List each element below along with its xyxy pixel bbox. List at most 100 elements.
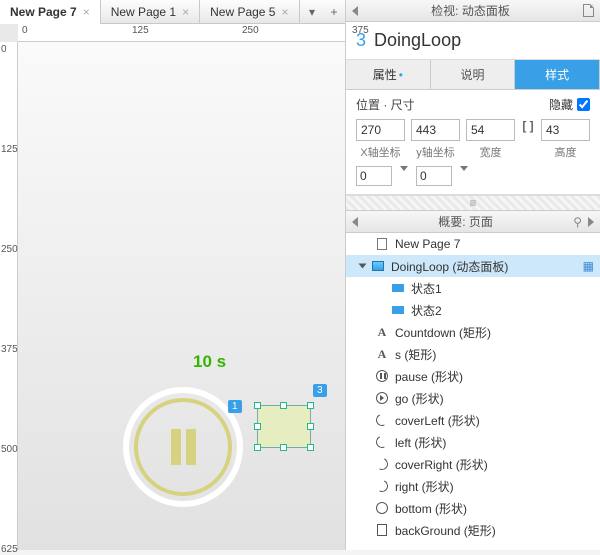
- page-tab[interactable]: New Page 7×: [0, 0, 101, 24]
- section-drag-handle[interactable]: ≡: [346, 195, 600, 211]
- inspect-panel-header: 检视: 动态面板: [346, 0, 600, 22]
- dp-edit-icon[interactable]: ▦: [583, 259, 594, 273]
- resize-handle[interactable]: [307, 402, 314, 409]
- outline-item[interactable]: right (形状): [346, 475, 600, 497]
- tab-notes[interactable]: 说明: [431, 60, 516, 89]
- canvas-area: New Page 7×New Page 1×New Page 5× ▾ + 01…: [0, 0, 346, 550]
- resize-handle[interactable]: [254, 423, 261, 430]
- circ-icon: [375, 501, 389, 515]
- w-input[interactable]: [466, 119, 515, 141]
- outline-item[interactable]: A Countdown (矩形): [346, 321, 600, 343]
- page-tab[interactable]: New Page 1×: [101, 0, 200, 24]
- page-icon[interactable]: [583, 4, 594, 17]
- outline-item-label: left (形状): [395, 434, 446, 451]
- outline-item-label: s (矩形): [395, 346, 436, 363]
- property-tabs: 属性• 说明 样式: [346, 60, 600, 90]
- outline-item[interactable]: pause (形状): [346, 365, 600, 387]
- chevron-down-icon[interactable]: [460, 166, 468, 171]
- outline-item[interactable]: DoingLoop (动态面板) ▦: [346, 255, 600, 277]
- page-icon: [375, 237, 389, 251]
- outline-item[interactable]: 状态2: [346, 299, 600, 321]
- chevron-down-icon[interactable]: [400, 166, 408, 171]
- resize-handle[interactable]: [307, 444, 314, 451]
- outline-tree[interactable]: New Page 7 DoingLoop (动态面板) ▦ 状态1 状态2 A Countd…: [346, 233, 600, 550]
- hide-label: 隐藏: [549, 96, 573, 113]
- outline-item[interactable]: coverRight (形状): [346, 453, 600, 475]
- outline-panel-header: 概要: 页面 ⚲: [346, 211, 600, 233]
- resize-handle[interactable]: [307, 423, 314, 430]
- play-icon: [375, 391, 389, 405]
- inspect-target: 3 DoingLoop: [346, 22, 600, 60]
- hide-checkbox[interactable]: [577, 98, 590, 111]
- filter-icon[interactable]: ⚲: [573, 215, 582, 229]
- inspect-panel-title: 检视: 动态面板: [364, 2, 577, 19]
- selection-badge-3: 3: [313, 384, 327, 397]
- selection-badge-1: 1: [228, 400, 242, 413]
- position-size-label: 位置 · 尺寸: [356, 96, 545, 113]
- outline-item-label: 状态1: [411, 280, 442, 297]
- outline-item[interactable]: left (形状): [346, 431, 600, 453]
- rotation-input-1[interactable]: [356, 166, 392, 186]
- arc-l-icon: [375, 413, 389, 427]
- outline-item-label: coverLeft (形状): [395, 412, 480, 429]
- page-tab[interactable]: New Page 5×: [200, 0, 299, 24]
- resize-handle[interactable]: [254, 402, 261, 409]
- outline-item-label: right (形状): [395, 478, 454, 495]
- outline-item[interactable]: go (形状): [346, 387, 600, 409]
- outline-item[interactable]: backGround (矩形): [346, 519, 600, 541]
- arc-r-icon: [375, 457, 389, 471]
- tab-style[interactable]: 样式: [515, 60, 600, 89]
- outline-item-label: DoingLoop (动态面板): [391, 258, 508, 275]
- outline-item[interactable]: bottom (形状): [346, 497, 600, 519]
- A-icon: A: [375, 325, 389, 339]
- page-tabs: New Page 7×New Page 1×New Page 5× ▾ +: [0, 0, 345, 24]
- resize-handle[interactable]: [254, 444, 261, 451]
- state-icon: [391, 303, 405, 317]
- collapse-left-icon[interactable]: [352, 217, 358, 227]
- x-input[interactable]: [356, 119, 405, 141]
- right-panels: 检视: 动态面板 3 DoingLoop 属性• 说明 样式 位置 · 尺寸 隐…: [346, 0, 600, 550]
- collapse-left-icon[interactable]: [352, 6, 358, 16]
- add-page-button[interactable]: +: [323, 5, 345, 19]
- outline-item-label: coverRight (形状): [395, 456, 488, 473]
- selected-shape[interactable]: [257, 405, 311, 448]
- outline-item[interactable]: As (矩形): [346, 343, 600, 365]
- resize-handle[interactable]: [280, 444, 287, 451]
- arc-l-icon: [375, 435, 389, 449]
- ruler-vertical: 0125250375500625: [0, 42, 18, 550]
- position-size-section: 位置 · 尺寸 隐藏 X轴坐标 y轴坐标 宽度 [ ] 高度: [346, 90, 600, 195]
- outline-item-label: bottom (形状): [395, 500, 467, 517]
- outline-item-label: Countdown (矩形): [395, 324, 491, 341]
- y-input[interactable]: [411, 119, 460, 141]
- pause-icon: [375, 369, 389, 383]
- disclosure-triangle-icon[interactable]: [359, 264, 367, 269]
- state-icon: [391, 281, 405, 295]
- outline-item[interactable]: coverLeft (形状): [346, 409, 600, 431]
- selection-name[interactable]: DoingLoop: [374, 30, 461, 51]
- h-input[interactable]: [541, 119, 590, 141]
- ruler-horizontal: 0125250375: [18, 24, 345, 42]
- outline-item-label: New Page 7: [395, 237, 460, 251]
- tabs-dropdown[interactable]: ▾: [301, 5, 323, 19]
- dp-icon: [371, 259, 385, 273]
- A-icon: A: [375, 347, 389, 361]
- arc-r-icon: [375, 479, 389, 493]
- outline-item[interactable]: 状态1: [346, 277, 600, 299]
- design-canvas[interactable]: 10 s 1 3: [18, 42, 345, 550]
- outline-item[interactable]: New Page 7: [346, 233, 600, 255]
- lock-aspect-icon[interactable]: [ ]: [521, 119, 535, 160]
- outline-item-label: go (形状): [395, 390, 444, 407]
- collapse-right-icon[interactable]: [588, 217, 594, 227]
- countdown-text[interactable]: 10 s: [193, 352, 226, 372]
- rotation-input-2[interactable]: [416, 166, 452, 186]
- close-icon[interactable]: ×: [182, 5, 189, 19]
- resize-handle[interactable]: [280, 402, 287, 409]
- close-icon[interactable]: ×: [281, 5, 288, 19]
- outline-item-label: backGround (矩形): [395, 522, 496, 539]
- outline-item-label: 状态2: [411, 302, 442, 319]
- close-icon[interactable]: ×: [83, 5, 90, 19]
- rect-icon: [375, 523, 389, 537]
- outline-panel-title: 概要: 页面: [364, 213, 567, 230]
- pause-widget[interactable]: [123, 387, 243, 507]
- tab-properties[interactable]: 属性•: [346, 60, 431, 89]
